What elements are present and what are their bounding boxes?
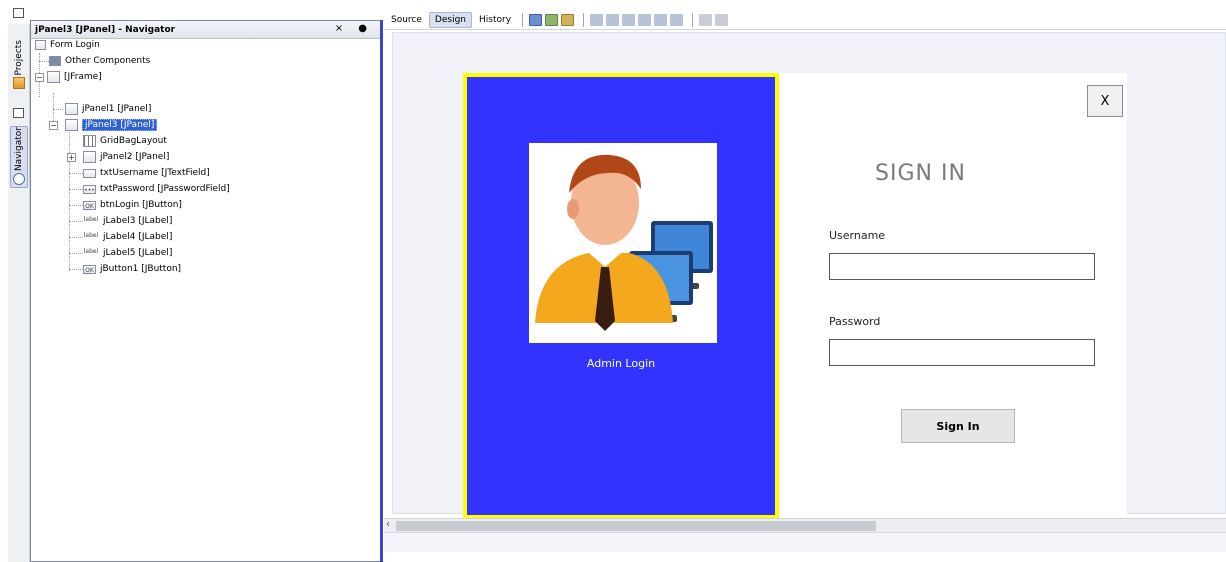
restore-window-icon[interactable]: [13, 108, 24, 118]
tree-node-label: Other Components: [65, 56, 151, 66]
login-form: Admin Login X SIGN IN Username Password …: [463, 73, 1127, 519]
tab-source[interactable]: Source: [386, 13, 427, 27]
navigator-window-controls[interactable]: × ●: [335, 23, 373, 34]
tree-node-jbutton1[interactable]: OK jButton1 [JButton]: [83, 261, 181, 277]
text-field-icon: [83, 168, 96, 178]
panel-icon: [65, 103, 78, 115]
tree-node-other-components[interactable]: Other Components: [49, 53, 150, 69]
tree-node-label: jPanel2 [JPanel]: [100, 152, 170, 162]
close-button[interactable]: X: [1087, 85, 1123, 117]
tree-node-jpanel2[interactable]: jPanel2 [JPanel]: [83, 149, 169, 165]
projects-icon: [13, 77, 25, 90]
password-label: Password: [829, 315, 881, 328]
connection-mode-icon[interactable]: [545, 13, 559, 26]
panel-icon: [83, 151, 96, 163]
tree-node-txtpassword[interactable]: ••• txtPassword [JPasswordField]: [83, 181, 230, 197]
frame-icon: [47, 71, 60, 83]
password-input[interactable]: [829, 339, 1095, 366]
components-icon: [49, 56, 61, 66]
tree-node-label: jPanel1 [JPanel]: [82, 104, 152, 114]
tree-node-label: GridBagLayout: [100, 136, 167, 146]
align-top-icon[interactable]: [638, 13, 652, 26]
username-label: Username: [829, 229, 886, 242]
form-icon: [35, 40, 46, 50]
expand-icon[interactable]: +: [67, 153, 76, 162]
tree-node-label: txtPassword [JPasswordField]: [100, 184, 230, 194]
admin-panel[interactable]: Admin Login: [463, 73, 779, 519]
tab-design[interactable]: Design: [428, 11, 472, 28]
button-icon: OK: [83, 264, 96, 274]
navigator-title: jPanel3 [JPanel] - Navigator: [35, 24, 176, 35]
navigator-tab[interactable]: Navigator: [10, 126, 28, 188]
sign-in-title: SIGN IN: [875, 161, 966, 186]
admin-avatar-image: [529, 143, 717, 343]
tree-node-label: txtUsername [JTextField]: [100, 168, 210, 178]
button-icon: OK: [83, 200, 96, 210]
tree-node-label: Form Login: [50, 40, 100, 50]
tree-node-label-selected: jPanel3 [JPanel]: [82, 119, 158, 131]
align-right-icon[interactable]: [622, 13, 636, 26]
scroll-left-icon[interactable]: ‹: [386, 519, 390, 530]
tree-node-jframe[interactable]: [JFrame]: [47, 69, 102, 85]
label-icon: label: [83, 232, 99, 239]
label-icon: label: [83, 216, 99, 223]
align-left-icon[interactable]: [590, 13, 604, 26]
navigator-panel: jPanel3 [JPanel] - Navigator × ● Form Lo…: [30, 20, 382, 562]
collapse-icon[interactable]: −: [49, 121, 58, 130]
sign-in-button[interactable]: Sign In: [901, 409, 1015, 443]
align-center-icon[interactable]: [606, 13, 620, 26]
tab-history[interactable]: History: [474, 13, 516, 27]
side-tab-strip: Projects Navigator: [8, 8, 30, 562]
toolbar-separator: [583, 12, 585, 27]
tree-node-form-login[interactable]: Form Login: [35, 37, 100, 53]
projects-tab[interactable]: Projects: [10, 40, 28, 96]
align-middle-icon[interactable]: [654, 13, 668, 26]
scrollbar-thumb[interactable]: [396, 521, 876, 531]
tree-node-gridbaglayout[interactable]: GridBagLayout: [83, 133, 167, 149]
design-editor: Source Design History Admin Login X SIGN…: [384, 6, 1226, 562]
editor-toolbar: Source Design History: [384, 10, 1226, 30]
tree-node-jlabel5[interactable]: label jLabel5 [JLabel]: [83, 245, 173, 261]
toolbar-separator: [522, 12, 524, 27]
preview-design-icon[interactable]: [561, 13, 575, 26]
panel-icon: [65, 119, 78, 131]
toolbar-separator: [692, 12, 694, 27]
tree-node-label: jLabel3 [JLabel]: [103, 216, 173, 226]
navigator-tab-label: Navigator: [14, 127, 24, 172]
tree-node-jlabel4[interactable]: label jLabel4 [JLabel]: [83, 229, 173, 245]
resize-horizontal-icon[interactable]: [699, 13, 713, 26]
tree-node-label: btnLogin [JButton]: [100, 200, 182, 210]
design-canvas: Admin Login X SIGN IN Username Password …: [392, 32, 1226, 519]
tree-node-label: jLabel4 [JLabel]: [103, 232, 173, 242]
horizontal-scrollbar[interactable]: ‹: [384, 518, 1226, 532]
resize-vertical-icon[interactable]: [715, 13, 729, 26]
tree-node-jlabel3[interactable]: label jLabel3 [JLabel]: [83, 213, 173, 229]
compass-icon: [13, 173, 25, 186]
tree-node-label: [JFrame]: [64, 72, 102, 82]
panel-splitter[interactable]: [380, 20, 383, 562]
tree-node-jpanel3[interactable]: jPanel3 [JPanel]: [65, 117, 158, 133]
tree-node-jpanel1[interactable]: jPanel1 [JPanel]: [65, 101, 151, 117]
ide-window: Projects Navigator jPanel3 [JPanel] - Na…: [0, 0, 1226, 562]
password-field-icon: •••: [83, 184, 96, 194]
username-input[interactable]: [829, 253, 1095, 280]
align-bottom-icon[interactable]: [670, 13, 684, 26]
admin-login-label: Admin Login: [586, 357, 656, 370]
tree-node-txtusername[interactable]: txtUsername [JTextField]: [83, 165, 210, 181]
gridbag-layout-icon: [83, 135, 96, 147]
selection-mode-icon[interactable]: [529, 13, 543, 26]
projects-tab-label: Projects: [14, 40, 24, 76]
status-bar: [384, 532, 1226, 552]
label-icon: label: [83, 248, 99, 255]
collapse-icon[interactable]: −: [35, 73, 44, 82]
tree-node-label: jButton1 [JButton]: [100, 264, 182, 274]
tree-node-btnlogin[interactable]: OK btnLogin [JButton]: [83, 197, 182, 213]
tree-node-label: jLabel5 [JLabel]: [103, 248, 173, 258]
restore-window-icon[interactable]: [13, 8, 24, 18]
